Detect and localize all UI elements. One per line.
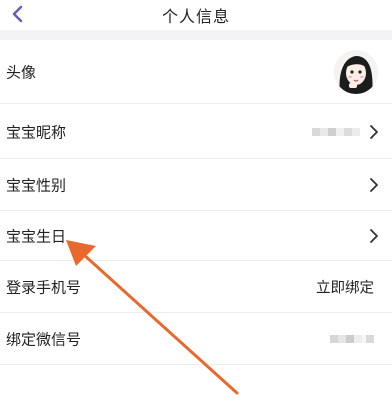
chevron-right-icon	[370, 229, 378, 243]
section-spacer	[0, 30, 392, 40]
wechat-label: 绑定微信号	[6, 330, 82, 349]
chevron-right-icon	[370, 178, 378, 192]
avatar-image	[334, 50, 378, 94]
phone-label: 登录手机号	[6, 278, 82, 297]
phone-row[interactable]: 登录手机号 立即绑定	[0, 261, 392, 313]
wechat-value-blurred	[330, 335, 374, 343]
birthday-label: 宝宝生日	[6, 227, 67, 246]
wechat-row[interactable]: 绑定微信号	[0, 313, 392, 365]
page-title: 个人信息	[161, 7, 230, 26]
gender-label: 宝宝性别	[6, 176, 67, 195]
nickname-label: 宝宝昵称	[6, 123, 67, 141]
nickname-row[interactable]: 宝宝昵称	[0, 104, 392, 159]
bind-now-link[interactable]: 立即绑定	[316, 277, 374, 298]
navigation-bar: 个人信息	[0, 0, 392, 30]
avatar[interactable]	[334, 50, 378, 94]
gender-row[interactable]: 宝宝性别	[0, 159, 392, 211]
birthday-row[interactable]: 宝宝生日	[0, 211, 392, 261]
avatar-label: 头像	[6, 63, 37, 82]
nickname-value-blurred	[312, 127, 360, 136]
row-divider	[0, 364, 392, 365]
chevron-right-icon	[370, 124, 378, 139]
avatar-row[interactable]: 头像	[0, 40, 392, 104]
